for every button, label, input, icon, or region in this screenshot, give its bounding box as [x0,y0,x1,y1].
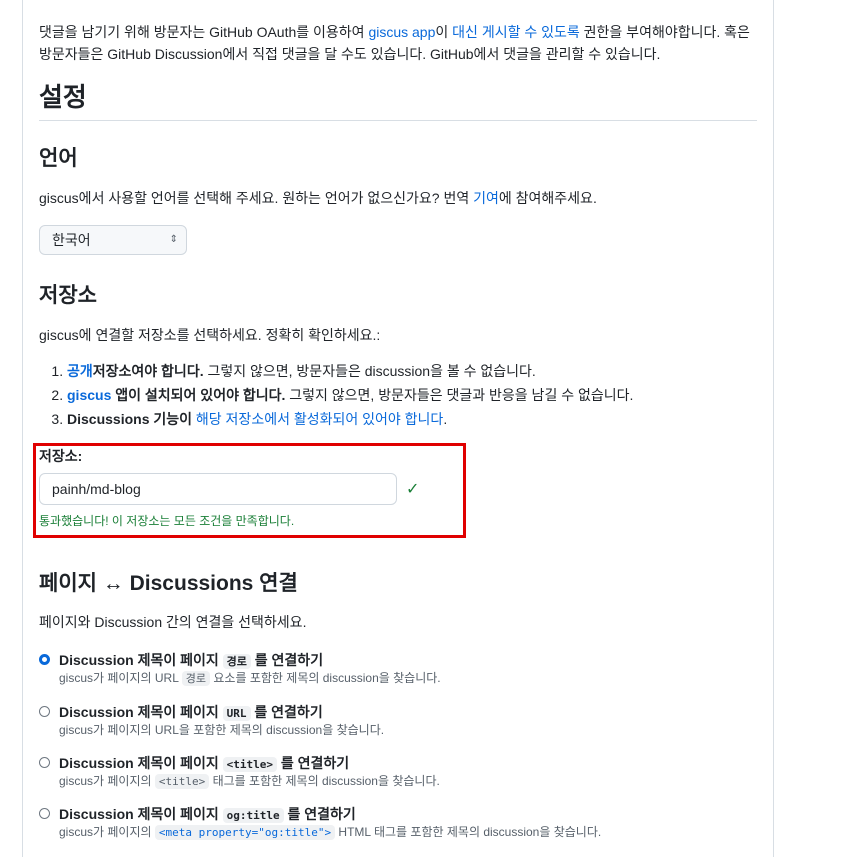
option-desc-code: <meta property="og:title"> [154,825,336,840]
language-select[interactable]: 한국어 ⇕ [39,225,187,255]
radio-checked[interactable] [39,654,50,665]
option-description: giscus가 페이지의 <meta property="og:title"> … [59,823,601,842]
language-desc-text: 에 참여해주세요. [498,190,597,206]
option-desc-text: 태그를 포함한 제목의 discussion을 찾습니다. [209,774,440,788]
option-title: Discussion 제목이 페이지 og:title 를 연결하기 [59,805,356,825]
option-desc-code: <title> [154,774,210,789]
requirement-bold: 저장소여야 합니다. [92,363,204,379]
content-border-left [22,0,23,857]
mapping-description: 페이지와 Discussion 간의 연결을 선택하세요. [39,614,307,630]
language-select-value: 한국어 [52,232,91,248]
repository-highlight-box [33,443,466,538]
mapping-heading: 페이지 ↔ Discussions 연결 [39,572,298,595]
option-desc-text: giscus가 페이지의 [59,774,155,788]
option-desc-text: giscus가 페이지의 [59,825,155,839]
repository-requirements: 공개저장소여야 합니다. 그렇지 않으면, 방문자들은 discussion을 … [39,359,633,431]
option-title-text: 를 연결하기 [283,806,356,822]
option-title: Discussion 제목이 페이지 경로 를 연결하기 [59,651,323,671]
requirement-app: giscus 앱이 설치되어 있어야 합니다. 그렇지 않으면, 방문자들은 댓… [67,383,633,407]
settings-heading: 설정 [39,80,757,121]
option-code: <title> [222,757,277,772]
option-title-text: 를 연결하기 [250,704,323,720]
intro-paragraph: 댓글을 남기기 위해 방문자는 GitHub OAuth를 이용하여 giscu… [39,21,759,65]
requirement-bold: 앱이 설치되어 있어야 합니다. [111,387,286,403]
option-title-text: Discussion 제목이 페이지 [59,806,223,822]
requirement-text: 그렇지 않으면, 방문자들은 댓글과 반응을 남길 수 없습니다. [285,387,634,403]
intro-text: 이 [435,24,453,40]
option-title: Discussion 제목이 페이지 <title> 를 연결하기 [59,754,349,774]
public-link[interactable]: 공개 [67,363,93,379]
authorize-link[interactable]: 대신 게시할 수 있도록 [452,24,580,40]
language-desc-text: giscus에서 사용할 언어를 선택해 주세요. 원하는 언어가 없으신가요?… [39,190,474,206]
option-desc-code: 경로 [181,671,211,686]
option-desc-text: giscus가 페이지의 URL [59,671,182,685]
repository-description: giscus에 연결할 저장소를 선택하세요. 정확히 확인하세요.: [39,327,381,343]
giscus-link[interactable]: giscus [67,387,111,403]
option-code: 경로 [222,654,251,669]
option-title-text: 를 연결하기 [277,755,350,771]
option-desc-text: 요소를 포함한 제목의 discussion을 찾습니다. [210,671,441,685]
enable-discussions-link[interactable]: 해당 저장소에서 활성화되어 있어야 합니다 [192,411,443,427]
option-title-text: Discussion 제목이 페이지 [59,704,223,720]
repository-heading: 저장소 [39,284,97,307]
intro-text: 댓글을 남기기 위해 방문자는 GitHub OAuth를 이용하여 [39,24,369,40]
option-code: URL [222,706,251,721]
requirement-text: . [443,411,448,427]
language-description: giscus에서 사용할 언어를 선택해 주세요. 원하는 언어가 없으신가요?… [39,188,597,208]
radio-unchecked[interactable] [39,757,50,768]
option-description: giscus가 페이지의 URL 경로 요소를 포함한 제목의 discussi… [59,669,441,688]
language-heading: 언어 [39,147,78,170]
option-description: giscus가 페이지의 URL을 포함한 제목의 discussion을 찾습… [59,723,385,737]
radio-unchecked[interactable] [39,808,50,819]
option-title-text: Discussion 제목이 페이지 [59,755,223,771]
option-desc-text: HTML 태그를 포함한 제목의 discussion을 찾습니다. [335,825,602,839]
option-description: giscus가 페이지의 <title> 태그를 포함한 제목의 discuss… [59,772,440,791]
giscus-app-link[interactable]: giscus app [368,24,435,40]
requirement-discussions: Discussions 기능이 해당 저장소에서 활성화되어 있어야 합니다. [67,407,633,431]
option-title-text: 를 연결하기 [250,652,324,668]
option-title-text: Discussion 제목이 페이지 [59,652,223,668]
option-title: Discussion 제목이 페이지 URL 를 연결하기 [59,703,323,723]
option-code: og:title [222,808,284,823]
radio-unchecked[interactable] [39,706,50,717]
requirement-public: 공개저장소여야 합니다. 그렇지 않으면, 방문자들은 discussion을 … [67,359,633,383]
requirement-bold: Discussions 기능이 [67,411,193,427]
requirement-text: 그렇지 않으면, 방문자들은 discussion을 볼 수 없습니다. [203,363,536,379]
select-arrows-icon: ⇕ [169,234,178,245]
content-border-right [773,0,774,857]
contribute-link[interactable]: 기여 [473,190,499,206]
